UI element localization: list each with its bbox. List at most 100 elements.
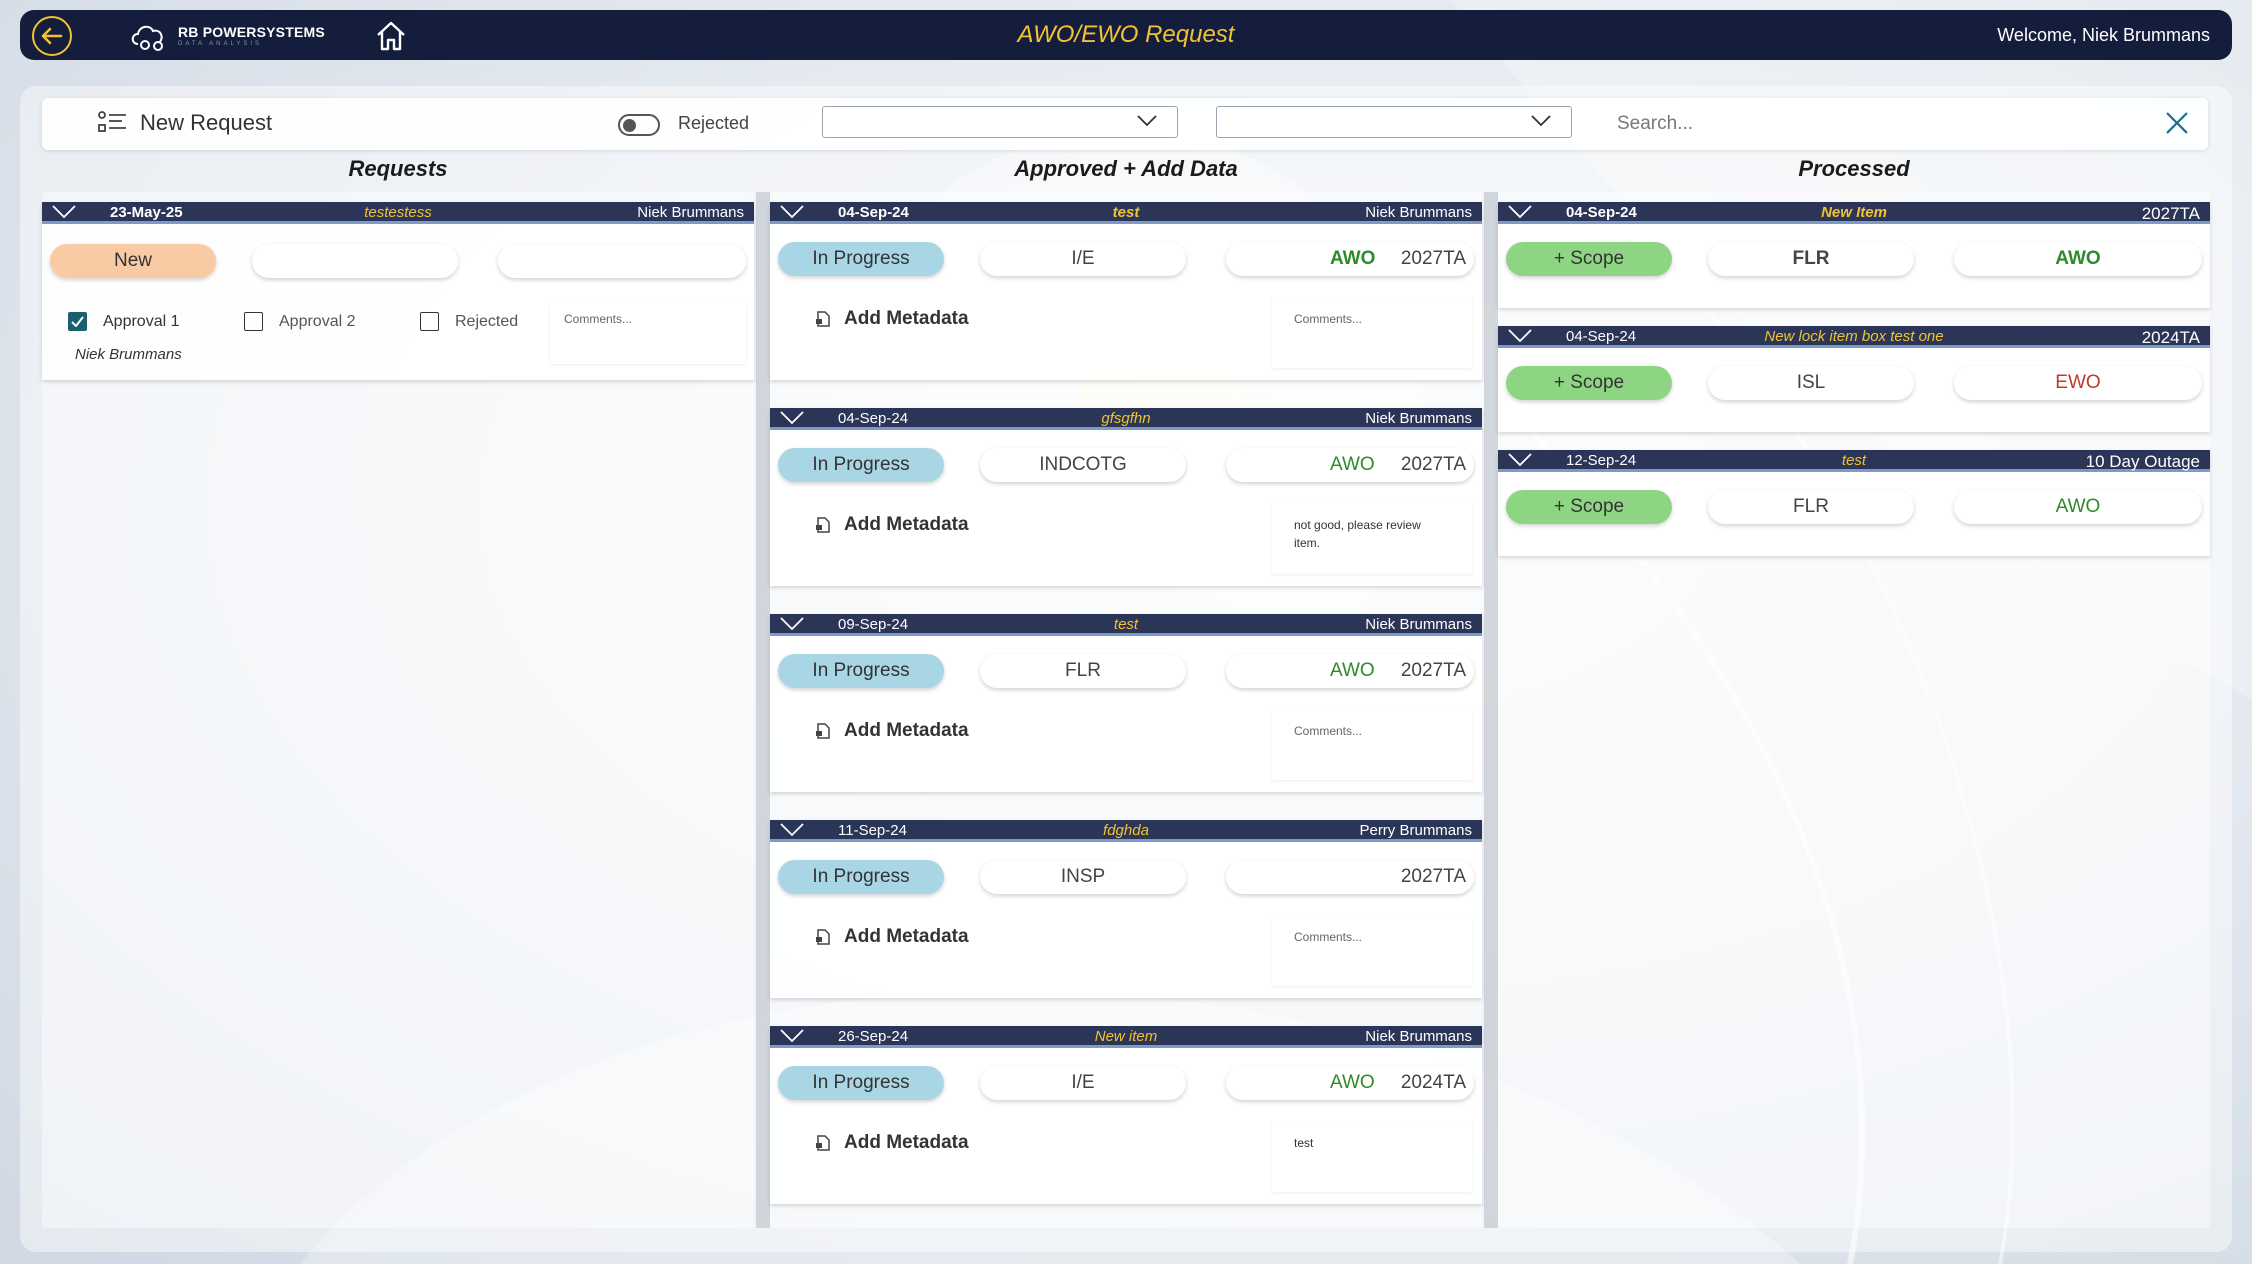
code-field[interactable]: FLR xyxy=(1708,242,1914,276)
code-field[interactable]: INDCOTG xyxy=(980,448,1186,482)
comment-field[interactable]: Comments... xyxy=(1272,298,1472,368)
comment-field[interactable]: not good, please review item. xyxy=(1272,504,1472,574)
card-ta: 2024TA xyxy=(2141,328,2200,347)
wo-field[interactable]: AWO 2027TA xyxy=(1226,654,1474,688)
chevron-down-icon xyxy=(1137,115,1157,127)
rejected-toggle-label: Rejected xyxy=(678,113,750,133)
card-user: Niek Brummans xyxy=(1365,616,1472,633)
code-field[interactable]: FLR xyxy=(1708,490,1914,524)
page-title: AWO/EWO Request xyxy=(1017,21,1235,48)
ta-value: 2027TA xyxy=(1400,248,1466,269)
document-lock-icon xyxy=(816,929,830,945)
add-metadata-button[interactable]: Add Metadata xyxy=(814,514,969,536)
add-scope-button[interactable]: + Scope xyxy=(1506,242,1672,276)
document-lock-icon xyxy=(816,1135,830,1151)
chevron-down-icon xyxy=(1531,115,1551,127)
status-badge[interactable]: In Progress xyxy=(778,448,944,482)
code-field[interactable] xyxy=(252,244,458,278)
wo-field[interactable]: 2027TA xyxy=(1226,860,1474,894)
card-header: 11-Sep-24 fdghda Perry Brummans xyxy=(770,820,1482,842)
approval-1-checkbox[interactable]: Approval 1 xyxy=(68,312,180,331)
card-user: Niek Brummans xyxy=(1365,204,1472,221)
comment-field[interactable]: test xyxy=(1272,1122,1472,1192)
status-badge[interactable]: In Progress xyxy=(778,860,944,894)
add-metadata-label: Add Metadata xyxy=(844,308,969,329)
add-metadata-button[interactable]: Add Metadata xyxy=(814,926,969,948)
processed-card: 04-Sep-24 New lock item box test one 202… xyxy=(1498,326,2210,432)
status-badge[interactable]: In Progress xyxy=(778,1066,944,1100)
add-metadata-label: Add Metadata xyxy=(844,720,969,741)
card-user: Niek Brummans xyxy=(1365,1028,1472,1045)
code-field[interactable]: FLR xyxy=(980,654,1186,688)
approval-2-checkbox[interactable]: Approval 2 xyxy=(244,312,356,331)
add-scope-button[interactable]: + Scope xyxy=(1506,366,1672,400)
add-scope-button[interactable]: + Scope xyxy=(1506,490,1672,524)
column-title-processed: Processed xyxy=(1798,156,1910,181)
wo-field[interactable]: AWO xyxy=(1954,242,2202,276)
status-badge[interactable]: In Progress xyxy=(778,242,944,276)
status-badge[interactable]: New xyxy=(50,244,216,278)
comment-field[interactable]: Comments... xyxy=(550,304,746,364)
code-field[interactable]: I/E xyxy=(980,242,1186,276)
code-field[interactable]: I/E xyxy=(980,1066,1186,1100)
code-field[interactable]: INSP xyxy=(980,860,1186,894)
column-divider xyxy=(1484,192,1498,1228)
rejected-checkbox[interactable]: Rejected xyxy=(420,312,518,331)
add-metadata-button[interactable]: Add Metadata xyxy=(814,1132,969,1154)
card-header: 04-Sep-24 test Niek Brummans xyxy=(770,202,1482,224)
column-title-approved: Approved + Add Data xyxy=(1014,156,1238,181)
wo-field[interactable]: AWO 2027TA xyxy=(1226,448,1474,482)
comment-field[interactable]: Comments... xyxy=(1272,916,1472,986)
new-request-label: New Request xyxy=(140,110,273,135)
card-title: New lock item box test one xyxy=(1764,328,1944,345)
document-lock-icon xyxy=(816,311,830,327)
card-ta: 10 Day Outage xyxy=(2085,452,2200,471)
card-header: 26-Sep-24 New item Niek Brummans xyxy=(770,1026,1482,1048)
comment-field[interactable]: Comments... xyxy=(1272,710,1472,780)
filter-dropdown-2[interactable] xyxy=(1216,106,1572,138)
checkbox-label: Approval 1 xyxy=(103,312,180,330)
wo-field[interactable]: EWO xyxy=(1954,366,2202,400)
card-title: New Item xyxy=(1821,204,1887,221)
code-field[interactable]: ISL xyxy=(1708,366,1914,400)
approved-card: 04-Sep-24 test Niek Brummans In Progress… xyxy=(770,202,1482,380)
wo-type: AWO xyxy=(1330,248,1376,269)
ta-value: 2027TA xyxy=(1400,660,1466,681)
approved-card: 09-Sep-24 test Niek Brummans In Progress… xyxy=(770,614,1482,792)
top-bar: RB POWERSYSTEMS DATA ANALYSIS AWO/EWO Re… xyxy=(20,10,2232,60)
checkbox-box xyxy=(420,312,439,331)
new-request-button[interactable]: New Request xyxy=(98,110,272,136)
checkbox-box xyxy=(244,312,263,331)
request-card: 23-May-25 testestess Niek Brummans New A… xyxy=(42,202,754,380)
card-header: 12-Sep-24 test 10 Day Outage xyxy=(1498,450,2210,472)
checkmark-icon xyxy=(71,316,84,327)
card-ta: 2027TA xyxy=(2141,204,2200,223)
column-title-requests: Requests xyxy=(348,156,448,181)
wo-field[interactable]: AWO xyxy=(1954,490,2202,524)
filter-dropdown-1[interactable] xyxy=(822,106,1178,138)
card-header: 04-Sep-24 New Item 2027TA xyxy=(1498,202,2210,224)
approved-card: 04-Sep-24 gfsgfhn Niek Brummans In Progr… xyxy=(770,408,1482,586)
document-lock-icon xyxy=(816,723,830,739)
processed-card: 12-Sep-24 test 10 Day Outage + Scope FLR… xyxy=(1498,450,2210,556)
checkbox-label: Approval 2 xyxy=(279,312,356,330)
status-badge[interactable]: In Progress xyxy=(778,654,944,688)
card-user: Niek Brummans xyxy=(637,204,744,221)
wo-field[interactable]: AWO 2024TA xyxy=(1226,1066,1474,1100)
wo-field[interactable] xyxy=(498,244,746,278)
rejected-toggle[interactable] xyxy=(618,114,660,136)
add-metadata-label: Add Metadata xyxy=(844,926,969,947)
checkbox-box xyxy=(68,312,87,331)
wo-field[interactable]: AWO 2027TA xyxy=(1226,242,1474,276)
processed-card: 04-Sep-24 New Item 2027TA + Scope FLR AW… xyxy=(1498,202,2210,308)
add-metadata-label: Add Metadata xyxy=(844,1132,969,1153)
list-icon xyxy=(98,111,126,132)
wo-type: AWO xyxy=(1330,660,1375,681)
add-metadata-button[interactable]: Add Metadata xyxy=(814,720,969,742)
wo-type: AWO xyxy=(1330,1072,1375,1093)
card-header: 09-Sep-24 test Niek Brummans xyxy=(770,614,1482,636)
search-input[interactable] xyxy=(1617,108,2137,140)
close-icon[interactable] xyxy=(2164,110,2190,136)
add-metadata-button[interactable]: Add Metadata xyxy=(814,308,969,330)
approved-card: 26-Sep-24 New item Niek Brummans In Prog… xyxy=(770,1026,1482,1204)
